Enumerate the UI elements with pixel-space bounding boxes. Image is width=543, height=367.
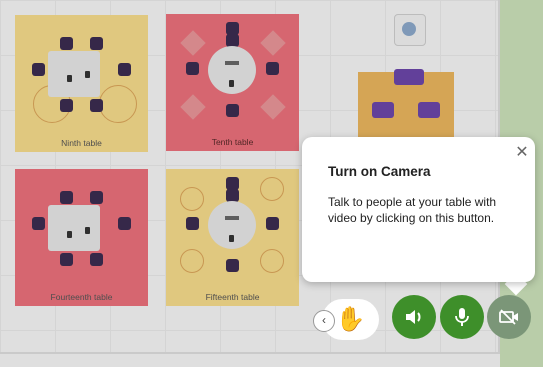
tooltip-body: Talk to people at your table with video … <box>328 195 497 225</box>
raise-hand-icon: ✋ <box>335 306 366 333</box>
microphone-button[interactable] <box>440 295 484 339</box>
microphone-icon <box>455 308 469 326</box>
camera-tooltip: Turn on Camera Talk to people at your ta… <box>302 137 535 282</box>
tooltip-title: Turn on Camera <box>328 164 431 179</box>
close-icon[interactable]: ✕ <box>512 143 532 163</box>
camera-button[interactable] <box>487 295 531 339</box>
collapse-button[interactable]: ‹ <box>313 310 335 332</box>
speaker-icon <box>406 310 421 324</box>
chevron-left-icon: ‹ <box>322 313 326 327</box>
speaker-button[interactable] <box>392 295 436 339</box>
camera-off-icon <box>499 309 518 325</box>
